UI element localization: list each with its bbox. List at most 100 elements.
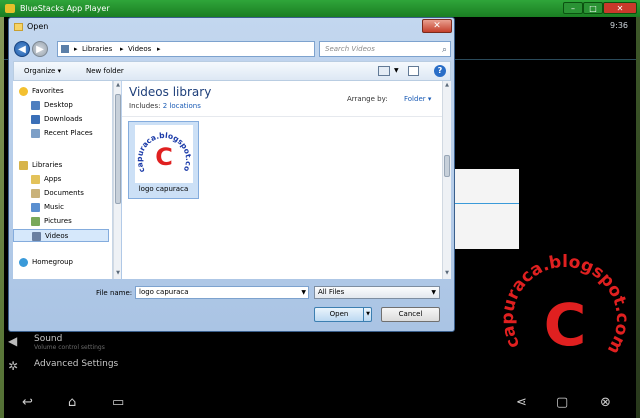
file-list: Videos library Includes: 2 locations Arr… [122,81,451,279]
nav-tree-label: Videos [45,232,69,240]
downloads-icon [31,115,40,124]
breadcrumb-separator[interactable]: ▸ [120,42,124,56]
nav-tree-item-apps[interactable]: Apps [13,173,109,186]
nav-tree-label: Libraries [32,161,63,169]
bluestacks-app-icon [5,4,15,13]
arrange-by-dropdown[interactable]: Folder ▾ [404,95,431,103]
divider [122,116,442,117]
search-input[interactable]: Search Videos ⌕ [319,41,451,57]
breadcrumb-separator[interactable]: ▸ [157,42,161,56]
bluestacks-title: BlueStacks App Player [20,4,110,13]
settings-item-title: Sound [34,334,63,344]
chevron-down-icon[interactable]: ▼ [363,308,372,321]
library-includes: Includes: 2 locations [129,102,201,110]
nav-tree-item-videos[interactable]: Videos [13,229,109,242]
nav-tree-label: Downloads [44,115,83,123]
nav-tree-label: Recent Places [44,129,93,137]
status-clock: 9:36 [610,21,628,30]
file-name-value: logo capuraca [139,288,189,296]
forward-arrow-icon[interactable]: ▶ [32,41,48,57]
share-icon[interactable]: ⋖ [516,395,527,411]
help-icon[interactable]: ? [434,65,446,77]
scrollbar-thumb[interactable] [115,94,121,204]
recent-apps-icon[interactable]: ▭ [112,395,124,411]
logo-thumbnail-graphic: capuraca.blogspot.com C [131,118,193,174]
organize-button[interactable]: Organize ▾ [24,62,61,80]
close-window-button[interactable]: ✕ [603,2,637,14]
screen-size-icon[interactable]: ▢ [556,395,568,411]
preview-pane-icon[interactable] [408,66,419,76]
nav-tree-item-documents[interactable]: Documents [13,187,109,200]
settings-item-subtitle: Volume control settings [34,344,105,351]
android-navbar: ↩ ⌂ ▭ ⋖ ▢ ⊗ [4,390,636,418]
scroll-down-icon[interactable]: ▼ [443,270,451,278]
nav-tree-item-downloads[interactable]: Downloads [13,113,109,126]
file-item[interactable]: capuraca.blogspot.com C logo capuraca [128,118,199,199]
file-type-value: All Files [318,288,345,296]
home-icon[interactable]: ⌂ [68,395,76,411]
nav-tree-item-desktop[interactable]: Desktop [13,99,109,112]
file-name: logo capuraca [138,185,189,193]
cancel-button[interactable]: Cancel [381,307,440,322]
nav-tree-item-music[interactable]: Music [13,201,109,214]
gear-icon: ✲ [8,359,19,373]
scroll-up-icon[interactable]: ▲ [443,82,451,90]
dialog-toolbar: Organize ▾ New folder ▼ ? [13,61,451,81]
search-placeholder: Search Videos [325,45,375,53]
nav-tree-label: Pictures [44,217,72,225]
file-type-select[interactable]: All Files ▼ [314,286,440,299]
navigation-scrollbar[interactable]: ▲ ▼ [113,81,121,279]
nav-tree-item-favorites[interactable]: Favorites [13,85,109,98]
watermark-letter: C [544,291,587,359]
watermark-graphic: capuraca.blogspot.com C [498,252,632,359]
scrollbar-thumb[interactable] [444,155,450,177]
settings-item-title: Advanced Settings [34,359,119,369]
back-icon[interactable]: ↩ [22,395,33,411]
nav-tree-item-pictures[interactable]: Pictures [13,215,109,228]
navigation-pane: Favorites Desktop Downloads Recent Places Li… [13,81,113,279]
nav-tree-label: Homegroup [32,258,74,266]
breadcrumb-libraries[interactable]: Libraries [82,42,112,56]
back-arrow-icon[interactable]: ◀ [14,41,30,57]
speaker-icon: ◀ [8,334,18,348]
includes-label: Includes: [129,102,161,110]
open-button[interactable]: Open ▼ [314,307,372,322]
breadcrumb-separator[interactable]: ▸ [74,42,78,56]
nav-tree-item-recent-places[interactable]: Recent Places [13,127,109,140]
new-folder-button[interactable]: New folder [86,62,124,80]
recent-places-icon [31,129,40,138]
dialog-close-button[interactable]: ✕ [422,19,452,33]
chevron-down-icon[interactable]: ▼ [394,62,399,80]
nav-tree-item-homegroup[interactable]: Homegroup [13,256,109,269]
background-panel [449,169,519,249]
open-button-label: Open [329,310,349,318]
star-icon [19,87,28,96]
library-title: Videos library [129,85,212,99]
chevron-down-icon[interactable]: ▼ [301,287,306,298]
arrange-by-label: Arrange by: [347,95,388,103]
exit-icon[interactable]: ⊗ [600,395,611,411]
nav-tree-label: Apps [44,175,62,183]
nav-tree-item-libraries[interactable]: Libraries [13,159,109,172]
scroll-up-icon[interactable]: ▲ [114,82,122,90]
nav-tree-label: Desktop [44,101,73,109]
scroll-down-icon[interactable]: ▼ [114,270,122,278]
nav-tree-label: Documents [44,189,84,197]
locations-link[interactable]: 2 locations [163,102,201,110]
dialog-title: Open [27,22,49,31]
bluestacks-titlebar: BlueStacks App Player [0,0,640,17]
address-bar[interactable]: ▸ Libraries ▸ Videos ▸ ▼ ⟳ [57,41,360,57]
minimize-button[interactable]: – [563,2,583,14]
thumbnail-letter: C [155,143,173,171]
dialog-icon [14,23,23,31]
breadcrumb-videos[interactable]: Videos [128,42,151,56]
folder-icon [31,175,40,184]
change-view-icon[interactable] [378,66,390,76]
watermark-logo: capuraca.blogspot.com C [490,250,640,375]
documents-icon [31,189,40,198]
folder-icon [61,45,69,53]
file-name-input[interactable]: logo capuraca ▼ [135,286,309,299]
libraries-icon [19,161,28,170]
file-list-scrollbar[interactable]: ▲ ▼ [442,81,451,279]
maximize-button[interactable]: □ [583,2,603,14]
